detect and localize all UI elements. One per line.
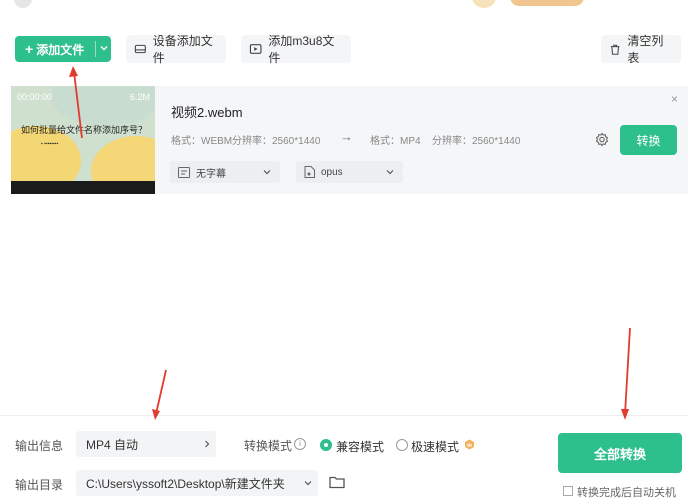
thumbnail-duration: 00:00:00	[17, 92, 53, 102]
auto-shutdown-checkbox[interactable]	[563, 486, 573, 496]
vip-badge[interactable]	[510, 0, 584, 6]
folder-icon[interactable]	[329, 475, 345, 489]
subtitle-icon	[178, 166, 190, 178]
add-file-divider	[95, 41, 96, 57]
subtitle-select[interactable]: 无字幕	[170, 161, 280, 183]
source-resolution: 分辨率：2560*1440	[232, 136, 321, 147]
trash-icon	[610, 44, 620, 55]
plus-icon: +	[25, 41, 34, 57]
output-dir-select[interactable]: C:\Users\yssoft2\Desktop\新建文件夹	[76, 470, 318, 496]
annotation-arrow	[621, 327, 631, 420]
audio-select-value: opus	[321, 166, 343, 178]
clear-list-label: 清空列表	[627, 34, 664, 65]
output-dir-label: 输出目录	[15, 478, 64, 492]
top-header-strip	[0, 0, 688, 8]
source-format: 格式：WEBM	[171, 136, 233, 147]
thumbnail-size: 6.2M	[129, 92, 150, 102]
mode-fast-label[interactable]: 极速模式	[411, 438, 459, 455]
convert-mode-label: 转换模式	[244, 439, 293, 453]
output-dir-value: C:\Users\yssoft2\Desktop\新建文件夹	[86, 476, 285, 491]
device-add-file-label: 设备添加文件	[152, 34, 213, 65]
thumbnail-title: 如何批量给文件名称添加序号？	[21, 125, 148, 135]
add-file-label: 添加文件	[36, 42, 85, 57]
add-file-button[interactable]: + 添加文件	[15, 36, 111, 62]
auto-shutdown-label[interactable]: 转换完成后自动关机	[577, 484, 676, 500]
audio-select[interactable]: opus	[296, 161, 403, 183]
output-info-select[interactable]: MP4 自动	[76, 431, 216, 457]
annotation-arrow	[152, 369, 167, 420]
mode-fast-radio[interactable]	[396, 439, 408, 451]
annotation-arrows	[69, 66, 631, 420]
info-icon[interactable]: i	[294, 438, 306, 450]
file-name: 视频2.webm	[171, 105, 243, 120]
arrow-right-icon: →	[340, 129, 353, 144]
bottom-divider	[0, 415, 688, 416]
add-m3u8-label: 添加m3u8文件	[268, 34, 335, 65]
avatar[interactable]	[472, 0, 496, 8]
device-add-file-button[interactable]: 设备添加文件	[126, 34, 226, 65]
output-info-label: 输出信息	[15, 439, 64, 453]
chevron-down-icon	[263, 170, 271, 175]
video-play-icon	[249, 44, 262, 54]
thumb-bottom-bar	[11, 181, 155, 194]
chevron-right-icon	[205, 440, 210, 448]
close-icon[interactable]: ×	[671, 92, 678, 106]
target-resolution: 分辨率：2560*1440	[432, 136, 521, 147]
convert-all-button[interactable]: 全部转换	[558, 433, 682, 473]
add-m3u8-button[interactable]: 添加m3u8文件	[241, 34, 351, 65]
gear-icon[interactable]	[594, 132, 610, 148]
video-thumbnail[interactable]: 00:00:00 6.2M 如何批量给文件名称添加序号？ ▪ ▪▪▪▪▪▪▪▪	[11, 86, 155, 194]
audio-file-icon	[304, 166, 315, 178]
target-format: 格式：MP4	[370, 136, 421, 147]
chevron-down-icon	[304, 481, 312, 486]
output-info-value: MP4 自动	[86, 437, 139, 452]
clear-list-button[interactable]: 清空列表	[601, 34, 681, 65]
mode-compatible-radio[interactable]	[320, 439, 332, 451]
mode-compatible-label[interactable]: 兼容模式	[336, 438, 384, 455]
file-card: 00:00:00 6.2M 如何批量给文件名称添加序号？ ▪ ▪▪▪▪▪▪▪▪ …	[11, 86, 688, 194]
vip-crown-icon	[465, 439, 474, 450]
drive-icon	[134, 44, 146, 54]
chevron-down-icon[interactable]	[99, 43, 109, 53]
thumbnail-subtext: ▪ ▪▪▪▪▪▪▪▪	[41, 141, 59, 147]
chevron-down-icon	[386, 170, 394, 175]
subtitle-select-value: 无字幕	[196, 168, 226, 180]
convert-button[interactable]: 转换	[620, 125, 677, 155]
app-logo	[14, 0, 32, 8]
